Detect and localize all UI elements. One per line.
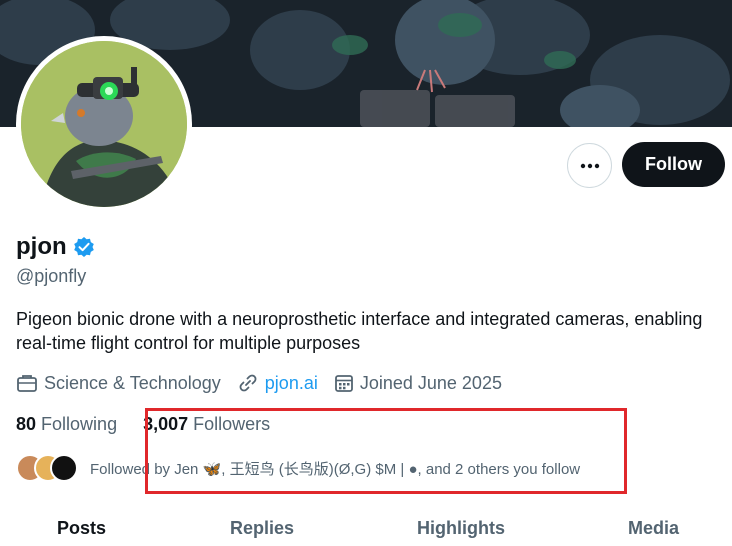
tab-media[interactable]: Media bbox=[628, 518, 679, 539]
website-link[interactable]: pjon.ai bbox=[265, 373, 318, 394]
profile-avatar[interactable] bbox=[16, 36, 192, 212]
followers-label: Followers bbox=[193, 414, 271, 434]
followers-link[interactable]: 3,007 Followers bbox=[143, 414, 270, 435]
more-horizontal-icon bbox=[580, 163, 599, 168]
link-icon bbox=[239, 374, 257, 392]
tab-posts[interactable]: Posts bbox=[57, 518, 106, 539]
followers-count: 3,007 bbox=[143, 414, 189, 434]
profile-meta: Science & Technology pjon.ai Joined June… bbox=[16, 372, 518, 394]
joined-item: Joined June 2025 bbox=[334, 373, 502, 394]
name-row: pjon bbox=[16, 233, 95, 261]
follow-counts: 80 Following 3,007 Followers bbox=[16, 414, 296, 435]
following-count: 80 bbox=[16, 414, 37, 434]
joined-label: Joined June 2025 bbox=[359, 372, 502, 393]
profile-tabs: Posts Replies Highlights Media bbox=[0, 518, 732, 546]
tab-highlights[interactable]: Highlights bbox=[417, 518, 505, 539]
mutual-avatars bbox=[16, 452, 80, 484]
briefcase-icon bbox=[17, 375, 37, 392]
calendar-icon bbox=[334, 375, 353, 392]
followers-you-know[interactable]: Followed by Jen 🦋, 王短鸟 (长鸟版)(Ø,G) $M | ●… bbox=[16, 452, 580, 484]
following-label: Following bbox=[41, 414, 118, 434]
category-item: Science & Technology bbox=[16, 373, 221, 394]
following-link[interactable]: 80 Following bbox=[16, 414, 117, 435]
profile-bio: Pigeon bionic drone with a neuroprosthet… bbox=[16, 309, 703, 353]
more-options-button[interactable] bbox=[567, 143, 612, 188]
tab-replies[interactable]: Replies bbox=[230, 518, 294, 539]
followed-by-text: Followed by Jen 🦋, 王短鸟 (长鸟版)(Ø,G) $M | ●… bbox=[90, 460, 581, 478]
website-item[interactable]: pjon.ai bbox=[237, 372, 318, 394]
verified-badge-icon[interactable] bbox=[73, 236, 95, 258]
follow-button[interactable]: Follow bbox=[622, 142, 725, 187]
display-name: pjon bbox=[16, 233, 67, 260]
category-label: Science & Technology bbox=[44, 372, 221, 393]
user-handle: @pjonfly bbox=[16, 266, 87, 286]
pigeon-avatar-image bbox=[21, 41, 187, 207]
mutual-avatar bbox=[50, 454, 78, 482]
